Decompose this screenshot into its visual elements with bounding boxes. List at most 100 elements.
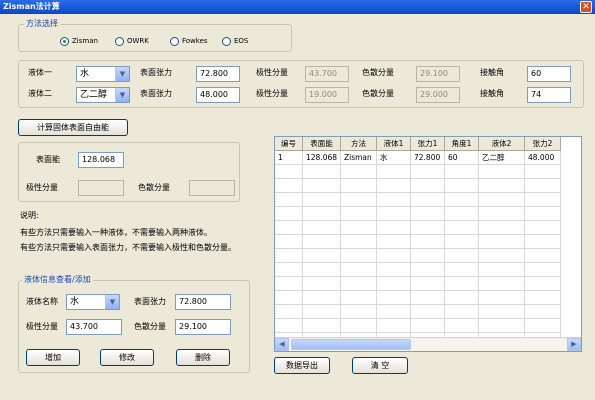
table-cell[interactable]: 128.068 bbox=[303, 151, 341, 165]
table-cell[interactable] bbox=[341, 249, 377, 263]
table-header-cell[interactable]: 液体1 bbox=[377, 137, 411, 151]
table-cell[interactable] bbox=[525, 249, 561, 263]
table-cell[interactable] bbox=[479, 179, 525, 193]
liquid1-tension-field[interactable]: 72.800 bbox=[196, 66, 240, 82]
table-cell[interactable] bbox=[411, 291, 445, 305]
radio-eos[interactable] bbox=[222, 37, 231, 46]
table-cell[interactable] bbox=[377, 263, 411, 277]
table-header-cell[interactable]: 编号 bbox=[275, 137, 303, 151]
table-cell[interactable] bbox=[445, 207, 479, 221]
table-cell[interactable] bbox=[479, 235, 525, 249]
table-cell[interactable] bbox=[377, 235, 411, 249]
table-cell[interactable] bbox=[377, 207, 411, 221]
edit-tension-field[interactable]: 72.800 bbox=[175, 294, 231, 310]
table-cell[interactable] bbox=[445, 179, 479, 193]
table-row[interactable] bbox=[275, 249, 581, 263]
liquid2-dispersive-field[interactable]: 29.000 bbox=[416, 87, 460, 103]
table-cell[interactable] bbox=[525, 235, 561, 249]
table-cell[interactable] bbox=[377, 277, 411, 291]
table-row[interactable] bbox=[275, 221, 581, 235]
liquid2-tension-field[interactable]: 48.000 bbox=[196, 87, 240, 103]
radio-label-owrk[interactable]: OWRK bbox=[127, 35, 149, 47]
table-cell[interactable]: 1 bbox=[275, 151, 303, 165]
table-header-cell[interactable]: 液体2 bbox=[479, 137, 525, 151]
table-cell[interactable] bbox=[411, 319, 445, 333]
table-cell[interactable] bbox=[525, 165, 561, 179]
table-cell[interactable] bbox=[275, 319, 303, 333]
table-cell[interactable] bbox=[377, 305, 411, 319]
table-cell[interactable] bbox=[275, 179, 303, 193]
table-cell[interactable] bbox=[525, 179, 561, 193]
table-cell[interactable] bbox=[303, 249, 341, 263]
clear-button[interactable]: 清 空 bbox=[352, 357, 408, 374]
table-cell[interactable] bbox=[525, 319, 561, 333]
table-cell[interactable] bbox=[303, 207, 341, 221]
table-cell[interactable] bbox=[341, 277, 377, 291]
delete-button[interactable]: 删除 bbox=[176, 349, 230, 366]
table-cell[interactable] bbox=[275, 165, 303, 179]
table-cell[interactable]: 72.800 bbox=[411, 151, 445, 165]
table-cell[interactable] bbox=[303, 235, 341, 249]
table-cell[interactable] bbox=[479, 165, 525, 179]
table-header-cell[interactable]: 表面能 bbox=[303, 137, 341, 151]
liquid2-select[interactable]: 乙二醇 ▼ bbox=[76, 87, 130, 103]
table-cell[interactable] bbox=[445, 319, 479, 333]
table-cell[interactable] bbox=[411, 179, 445, 193]
table-cell[interactable] bbox=[275, 263, 303, 277]
calculate-button[interactable]: 计算固体表面自由能 bbox=[18, 119, 128, 136]
table-cell[interactable] bbox=[341, 221, 377, 235]
radio-owrk[interactable] bbox=[115, 37, 124, 46]
table-cell[interactable] bbox=[479, 319, 525, 333]
chevron-down-icon[interactable]: ▼ bbox=[105, 295, 119, 309]
table-row[interactable]: 1 128.068 Zisman 水 72.800 60 乙二醇 48.000 bbox=[275, 151, 581, 165]
table-row[interactable] bbox=[275, 305, 581, 319]
table-cell[interactable] bbox=[275, 193, 303, 207]
table-cell[interactable] bbox=[341, 263, 377, 277]
table-cell[interactable] bbox=[303, 165, 341, 179]
table-cell[interactable] bbox=[377, 179, 411, 193]
table-cell[interactable] bbox=[479, 193, 525, 207]
table-cell[interactable] bbox=[275, 221, 303, 235]
table-cell[interactable] bbox=[479, 305, 525, 319]
close-icon[interactable]: ✕ bbox=[580, 1, 592, 13]
chevron-down-icon[interactable]: ▼ bbox=[115, 88, 129, 102]
table-cell[interactable]: 水 bbox=[377, 151, 411, 165]
table-cell[interactable] bbox=[377, 249, 411, 263]
table-header-cell[interactable]: 角度1 bbox=[445, 137, 479, 151]
liquid1-select[interactable]: 水 ▼ bbox=[76, 66, 130, 82]
radio-label-fowkes[interactable]: Fowkes bbox=[182, 35, 208, 47]
result-polar-field[interactable] bbox=[78, 180, 124, 196]
table-cell[interactable]: Zisman bbox=[341, 151, 377, 165]
table-cell[interactable] bbox=[445, 249, 479, 263]
table-cell[interactable] bbox=[411, 277, 445, 291]
table-cell[interactable] bbox=[377, 193, 411, 207]
table-cell[interactable] bbox=[445, 277, 479, 291]
table-cell[interactable] bbox=[411, 165, 445, 179]
table-cell[interactable] bbox=[445, 235, 479, 249]
table-cell[interactable] bbox=[341, 179, 377, 193]
horizontal-scrollbar[interactable]: ◀ ▶ bbox=[275, 337, 581, 351]
table-row[interactable] bbox=[275, 319, 581, 333]
table-cell[interactable] bbox=[377, 221, 411, 235]
scrollbar-thumb[interactable] bbox=[291, 339, 411, 350]
table-cell[interactable] bbox=[303, 263, 341, 277]
table-cell[interactable]: 乙二醇 bbox=[479, 151, 525, 165]
table-row[interactable] bbox=[275, 291, 581, 305]
table-cell[interactable] bbox=[411, 207, 445, 221]
table-cell[interactable]: 60 bbox=[445, 151, 479, 165]
table-cell[interactable]: 48.000 bbox=[525, 151, 561, 165]
table-cell[interactable] bbox=[275, 291, 303, 305]
table-cell[interactable] bbox=[445, 291, 479, 305]
table-cell[interactable] bbox=[303, 291, 341, 305]
table-cell[interactable] bbox=[411, 221, 445, 235]
table-cell[interactable] bbox=[275, 235, 303, 249]
table-cell[interactable] bbox=[445, 305, 479, 319]
table-cell[interactable] bbox=[479, 277, 525, 291]
table-cell[interactable] bbox=[525, 291, 561, 305]
table-row[interactable] bbox=[275, 263, 581, 277]
table-cell[interactable] bbox=[275, 207, 303, 221]
table-header-cell[interactable]: 方法 bbox=[341, 137, 377, 151]
table-cell[interactable] bbox=[479, 249, 525, 263]
liquid1-polar-field[interactable]: 43.700 bbox=[305, 66, 349, 82]
table-cell[interactable] bbox=[445, 221, 479, 235]
